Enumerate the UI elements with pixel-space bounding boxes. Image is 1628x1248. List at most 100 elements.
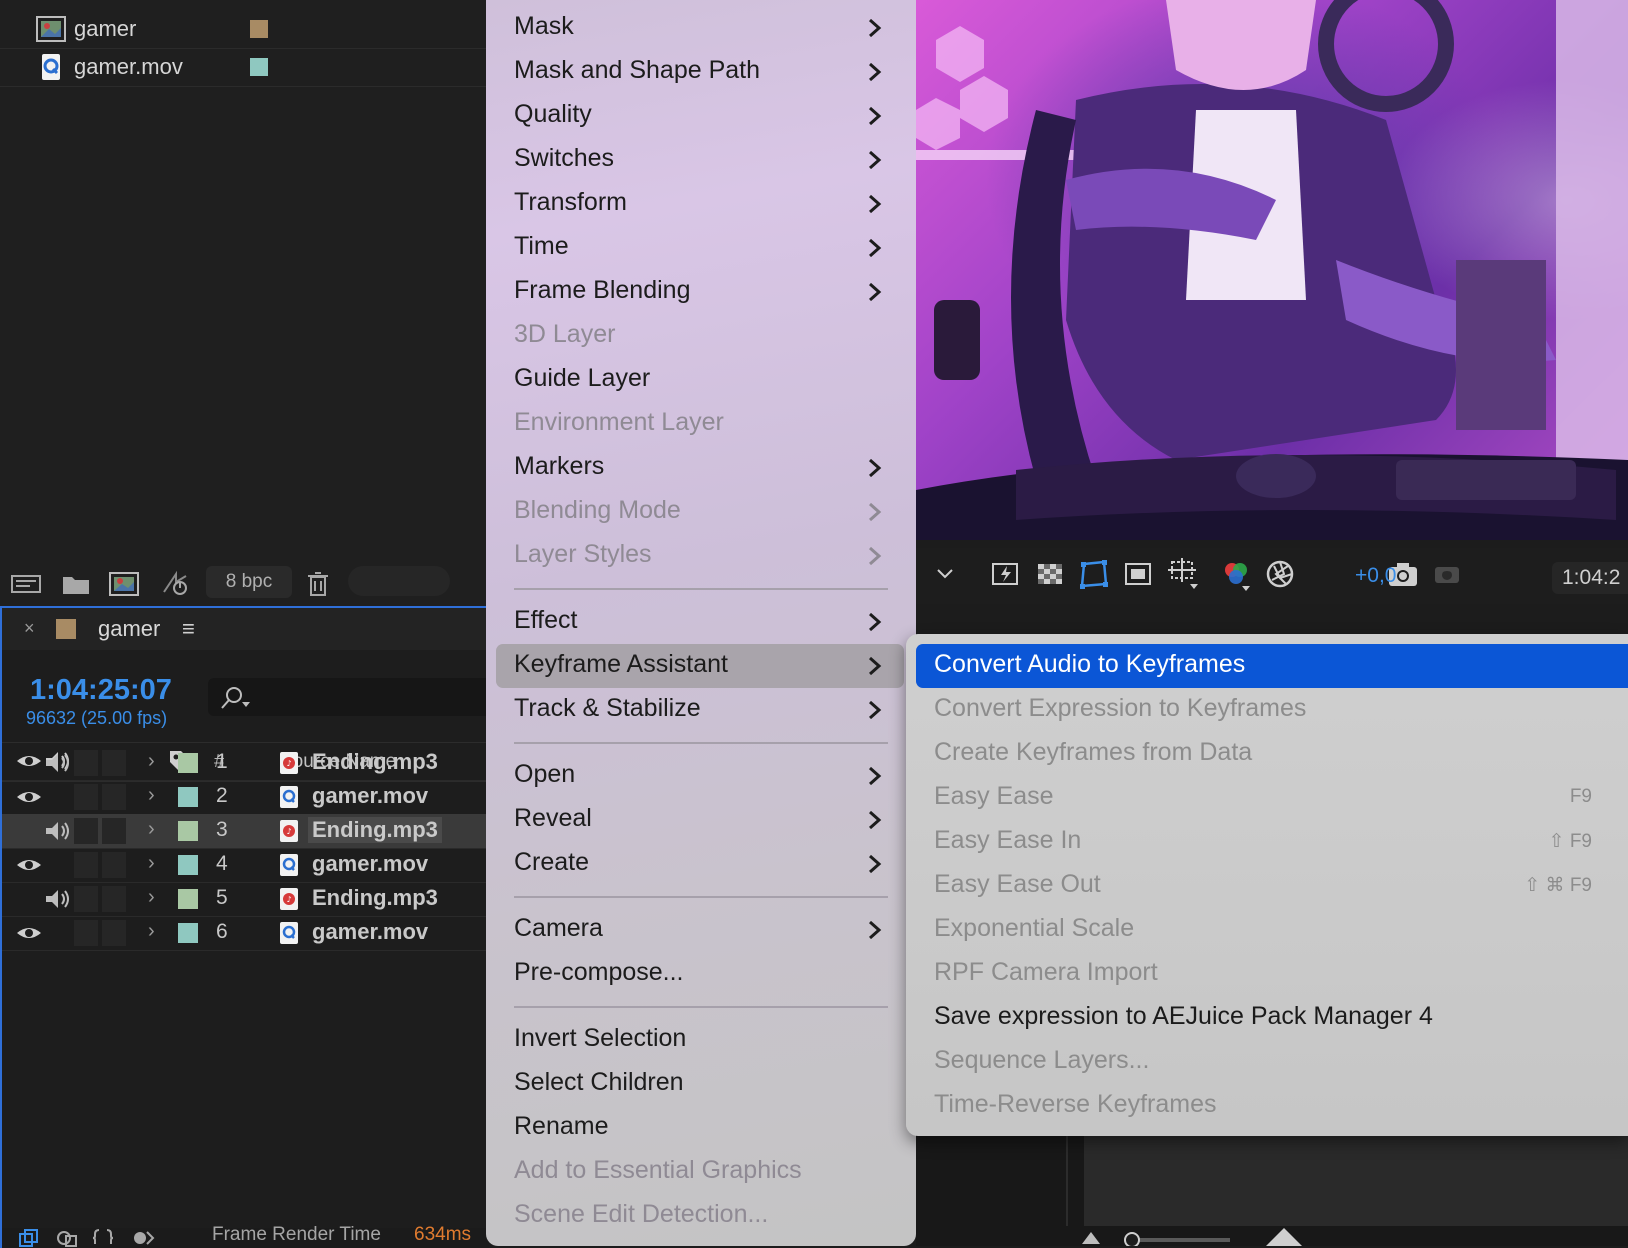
menu-item-mask[interactable]: Mask: [486, 6, 916, 50]
frame-render-time-value: 634ms: [414, 1224, 472, 1245]
layer-name[interactable]: gamer.mov: [312, 783, 428, 809]
panel-menu-icon[interactable]: ≡: [182, 616, 195, 642]
layer-row[interactable]: › 5 ♪ Ending.mp3: [2, 882, 489, 917]
label-color-swatch[interactable]: [178, 855, 198, 875]
region-of-interest-icon[interactable]: [1122, 558, 1154, 590]
project-item[interactable]: gamer: [0, 10, 487, 49]
label-color-swatch[interactable]: [178, 889, 198, 909]
interpret-footage-icon[interactable]: [10, 570, 42, 598]
solo-switch[interactable]: [74, 852, 98, 878]
label-color-swatch[interactable]: [178, 821, 198, 841]
current-timecode[interactable]: 1:04:25:07: [30, 674, 172, 707]
menu-item-camera[interactable]: Camera: [486, 908, 916, 952]
menu-item-open[interactable]: Open: [486, 754, 916, 798]
fast-previews-icon[interactable]: [990, 558, 1022, 590]
render-time-icon[interactable]: [130, 1228, 156, 1248]
solo-switch[interactable]: [74, 784, 98, 810]
label-color-swatch[interactable]: [178, 923, 198, 943]
eye-icon[interactable]: [16, 923, 42, 943]
grid-guides-icon[interactable]: [1166, 556, 1200, 590]
menu-item-select-children[interactable]: Select Children: [486, 1062, 916, 1106]
show-snapshot-icon[interactable]: [1430, 558, 1464, 590]
new-composition-icon[interactable]: [108, 570, 140, 598]
solo-switch[interactable]: [74, 818, 98, 844]
label-color-swatch[interactable]: [178, 753, 198, 773]
eye-icon[interactable]: [16, 855, 42, 875]
solo-switch[interactable]: [74, 750, 98, 776]
chevron-right-icon[interactable]: ›: [148, 818, 155, 841]
speaker-icon[interactable]: [44, 820, 72, 842]
layer-row-selected[interactable]: › 3 ♪ Ending.mp3: [2, 814, 489, 849]
exposure-reset-icon[interactable]: [1264, 558, 1296, 590]
bit-depth-button[interactable]: 8 bpc: [206, 566, 292, 598]
menu-item-quality[interactable]: Quality: [486, 94, 916, 138]
menu-item-rename[interactable]: Rename: [486, 1106, 916, 1150]
speaker-icon[interactable]: [44, 888, 72, 910]
lock-switch[interactable]: [102, 750, 126, 776]
menu-item-invert-selection[interactable]: Invert Selection: [486, 1018, 916, 1062]
lock-switch[interactable]: [102, 852, 126, 878]
project-scrollbar[interactable]: [348, 566, 450, 596]
timeline-tab[interactable]: × gamer ≡: [2, 608, 489, 650]
menu-item-mask-and-shape-path[interactable]: Mask and Shape Path: [486, 50, 916, 94]
layer-name[interactable]: gamer.mov: [312, 919, 428, 945]
menu-item-pre-compose[interactable]: Pre-compose...: [486, 952, 916, 996]
composition-preview[interactable]: [916, 0, 1628, 540]
project-item[interactable]: gamer.mov: [0, 48, 487, 87]
menu-item-markers[interactable]: Markers: [486, 446, 916, 490]
menu-item-guide-layer[interactable]: Guide Layer: [486, 358, 916, 402]
zoom-in-icon[interactable]: [1264, 1224, 1304, 1246]
color-channels-icon[interactable]: [1220, 558, 1254, 592]
chevron-right-icon[interactable]: ›: [148, 852, 155, 875]
label-color-swatch[interactable]: [178, 787, 198, 807]
layer-row[interactable]: › 4 gamer.mov: [2, 848, 489, 883]
layer-row[interactable]: › 1 ♪ Ending.mp3: [2, 746, 489, 781]
transfer-controls-icon[interactable]: [56, 1228, 78, 1248]
menu-item-create[interactable]: Create: [486, 842, 916, 886]
chevron-down-icon[interactable]: [936, 564, 954, 582]
exposure-value[interactable]: +0,0: [1355, 564, 1396, 588]
lock-switch[interactable]: [102, 784, 126, 810]
comp-name[interactable]: gamer: [98, 616, 160, 642]
composition-icon: [36, 16, 66, 42]
layer-row[interactable]: › 2 gamer.mov: [2, 780, 489, 815]
chevron-right-icon[interactable]: ›: [148, 886, 155, 909]
dynamic-link-icon[interactable]: [160, 570, 192, 598]
menu-item-switches[interactable]: Switches: [486, 138, 916, 182]
viewer-timecode[interactable]: 1:04:2: [1552, 562, 1628, 594]
expression-brackets-icon[interactable]: [92, 1228, 114, 1248]
submenu-item-convert-audio-to-keyframes[interactable]: Convert Audio to Keyframes: [916, 644, 1628, 688]
submenu-item-save-expression-aejuice[interactable]: Save expression to AEJuice Pack Manager …: [906, 996, 1628, 1040]
zoom-out-icon[interactable]: [1080, 1228, 1102, 1246]
menu-item-reveal[interactable]: Reveal: [486, 798, 916, 842]
layer-name[interactable]: gamer.mov: [312, 851, 428, 877]
lock-switch[interactable]: [102, 886, 126, 912]
chevron-right-icon[interactable]: ›: [148, 750, 155, 773]
close-icon[interactable]: ×: [24, 618, 35, 639]
chevron-right-icon[interactable]: ›: [148, 784, 155, 807]
menu-item-keyframe-assistant[interactable]: Keyframe Assistant: [496, 644, 904, 688]
layer-switches-icon[interactable]: [18, 1228, 40, 1248]
solo-switch[interactable]: [74, 886, 98, 912]
mask-path-visibility-icon[interactable]: [1078, 558, 1110, 590]
menu-item-transform[interactable]: Transform: [486, 182, 916, 226]
eye-icon[interactable]: [16, 787, 42, 807]
menu-item-time[interactable]: Time: [486, 226, 916, 270]
lock-switch[interactable]: [102, 818, 126, 844]
speaker-icon[interactable]: [44, 752, 72, 774]
chevron-right-icon[interactable]: ›: [148, 920, 155, 943]
trash-icon[interactable]: [302, 570, 334, 598]
menu-item-track-stabilize[interactable]: Track & Stabilize: [486, 688, 916, 732]
layer-name[interactable]: Ending.mp3: [312, 749, 438, 775]
menu-item-frame-blending[interactable]: Frame Blending: [486, 270, 916, 314]
new-folder-icon[interactable]: [60, 570, 92, 598]
menu-item-layer-styles: Layer Styles: [486, 534, 916, 578]
menu-item-effect[interactable]: Effect: [486, 600, 916, 644]
zoom-slider[interactable]: [1120, 1228, 1240, 1246]
layer-name[interactable]: Ending.mp3: [312, 885, 438, 911]
layer-row[interactable]: › 6 gamer.mov: [2, 916, 489, 951]
solo-switch[interactable]: [74, 920, 98, 946]
lock-switch[interactable]: [102, 920, 126, 946]
layer-name[interactable]: Ending.mp3: [308, 817, 442, 843]
transparency-grid-icon[interactable]: [1034, 558, 1066, 590]
